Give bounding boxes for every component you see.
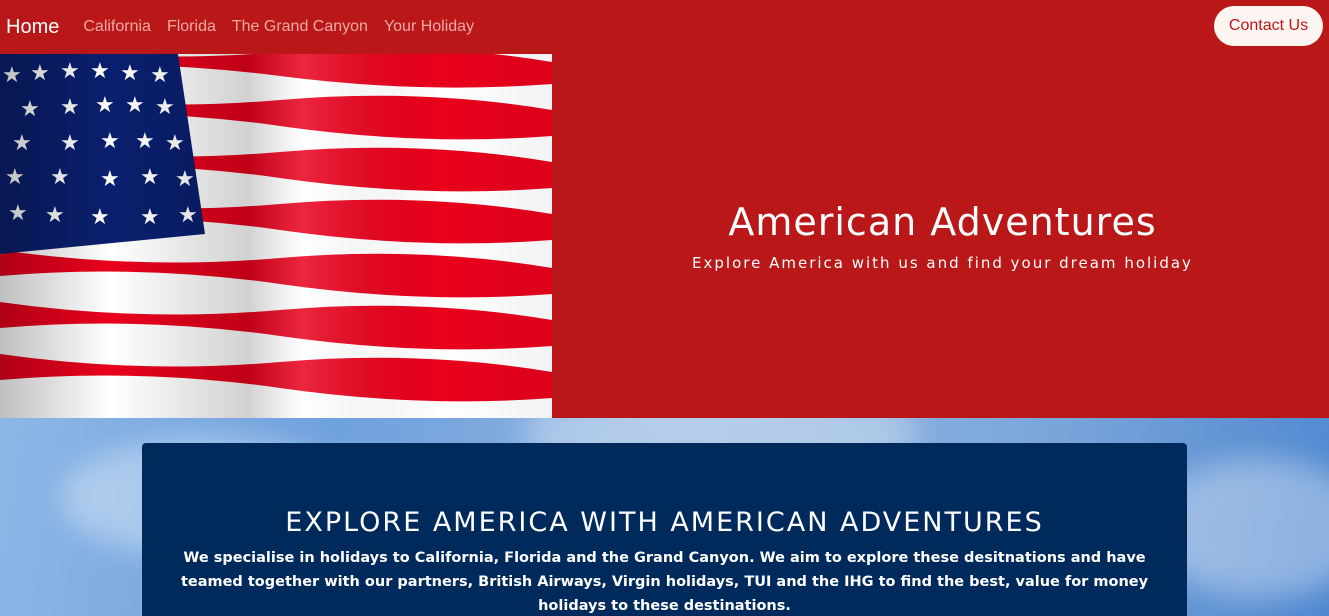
contact-us-button[interactable]: Contact Us	[1214, 6, 1323, 46]
top-navbar: Home California Florida The Grand Canyon…	[0, 0, 1329, 54]
hero-section: ★★★★★★ ★★★★★ ★★★★★ ★★★★★ ★★★★★ American …	[0, 54, 1329, 418]
us-flag-image: ★★★★★★ ★★★★★ ★★★★★ ★★★★★ ★★★★★	[0, 54, 552, 418]
nav-link-your-holiday[interactable]: Your Holiday	[384, 18, 474, 36]
nav-home-link[interactable]: Home	[6, 16, 59, 39]
hero-subtitle: Explore America with us and find your dr…	[692, 254, 1193, 272]
nav-link-florida[interactable]: Florida	[167, 18, 216, 36]
hero-title: American Adventures	[728, 200, 1157, 244]
hero-text: American Adventures Explore America with…	[552, 54, 1329, 418]
nav-links: California Florida The Grand Canyon Your…	[83, 18, 474, 36]
about-body: We specialise in holidays to California,…	[180, 550, 1149, 614]
about-title: EXPLORE AMERICA WITH AMERICAN ADVENTURES	[285, 507, 1044, 538]
nav-link-california[interactable]: California	[83, 18, 151, 36]
sky-background-section: EXPLORE AMERICA WITH AMERICAN ADVENTURES…	[0, 418, 1329, 616]
nav-link-grand-canyon[interactable]: The Grand Canyon	[232, 18, 368, 36]
about-panel: EXPLORE AMERICA WITH AMERICAN ADVENTURES…	[142, 443, 1187, 616]
